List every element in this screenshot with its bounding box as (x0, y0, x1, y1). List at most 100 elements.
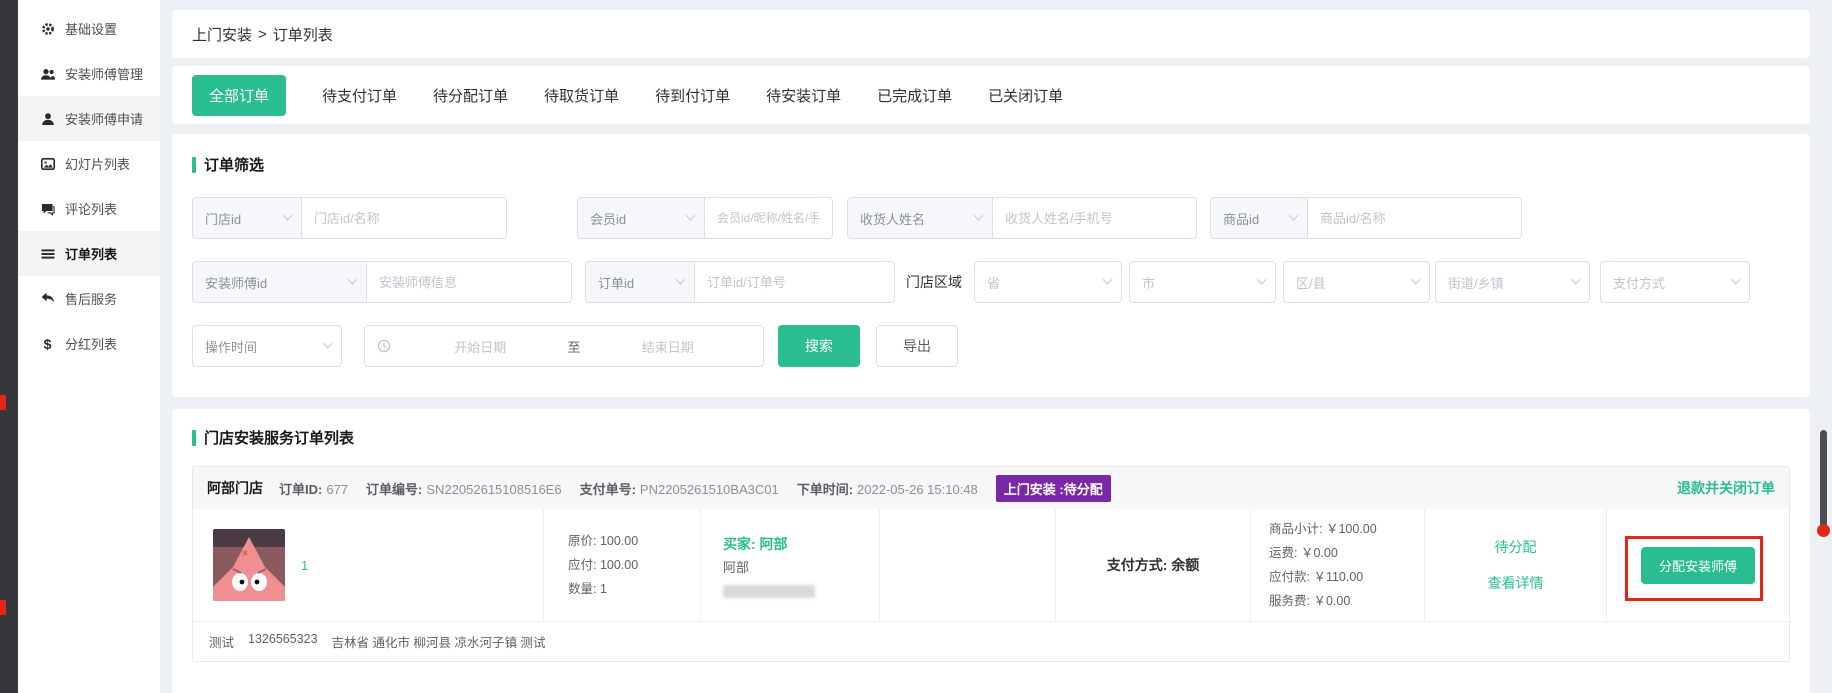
member-keyword-input[interactable] (705, 197, 833, 239)
view-detail-link[interactable]: 查看详情 (1488, 573, 1544, 593)
goods-id-select[interactable]: 商品id (1210, 197, 1308, 239)
order-body-row: 1 原价: 100.00 应付: 100.00 数量: 1 买家: 阿部 阿部 … (193, 509, 1789, 621)
sidebar-item-label: 安装师傅管理 (65, 64, 143, 83)
member-id-select[interactable]: 会员id (577, 197, 705, 239)
chevron-down-icon (974, 210, 984, 220)
users-icon (40, 66, 55, 81)
start-date-placeholder[interactable]: 开始日期 (397, 337, 564, 356)
sidebar-item-installer-apply[interactable]: 安装师傅申请 (18, 96, 160, 141)
scrollbar-thumb[interactable] (1820, 430, 1827, 528)
sidebar-item-installer-management[interactable]: 安装师傅管理 (18, 51, 160, 96)
sidebar-item-dividend-list[interactable]: $ 分红列表 (18, 321, 160, 366)
select-placeholder: 支付方式 (1613, 273, 1665, 292)
order-filter-panel: 订单筛选 门店id 会员id 收货人姓名 (172, 134, 1810, 397)
sidebar-item-slides[interactable]: 幻灯片列表 (18, 141, 160, 186)
store-region-label: 门店区域 (906, 272, 962, 292)
installer-filter-combo: 安装师傅id (192, 261, 572, 303)
goods-keyword-input[interactable] (1308, 197, 1522, 239)
refund-close-link[interactable]: 退款并关闭订单 (1677, 478, 1775, 498)
order-tabs: 全部订单 待支付订单 待分配订单 待取货订单 待到付订单 待安装订单 已完成订单… (172, 66, 1810, 124)
assign-installer-button[interactable]: 分配安装师傅 (1641, 547, 1755, 584)
sidebar-item-order-list[interactable]: 订单列表 (18, 231, 160, 276)
select-value: 安装师傅id (205, 273, 267, 292)
payable-price: 应付: 100.00 (568, 553, 700, 577)
breadcrumb-parent[interactable]: 上门安装 (192, 24, 252, 45)
city-select[interactable]: 市 (1129, 261, 1276, 303)
gear-icon (40, 21, 55, 36)
tab-pending-pickup[interactable]: 待取货订单 (544, 85, 619, 106)
list-section-title: 门店安装服务订单列表 (192, 427, 1790, 448)
buyer-contact-redacted (723, 585, 815, 598)
image-icon (40, 156, 55, 171)
street-select[interactable]: 街道/乡镇 (1435, 261, 1590, 303)
order-id-label: 订单ID: (279, 482, 322, 497)
chevron-down-icon (1257, 274, 1267, 284)
sidebar-item-label: 基础设置 (65, 19, 117, 38)
select-value: 收货人姓名 (860, 209, 925, 228)
list-icon (40, 246, 55, 261)
sidebar-item-comments[interactable]: 评论列表 (18, 186, 160, 231)
store-keyword-input[interactable] (302, 197, 507, 239)
chevron-down-icon (686, 210, 696, 220)
sidebar-item-basic-settings[interactable]: 基础设置 (18, 6, 160, 51)
receiver-name: 测试 (209, 632, 234, 651)
amount-payable: 应付款: ￥110.00 (1269, 565, 1424, 589)
order-time-value: 2022-05-26 15:10:48 (857, 482, 978, 497)
order-card: 阿部门店 订单ID: 677 订单编号:SN22052615108516E6 支付… (192, 466, 1790, 662)
search-button[interactable]: 搜索 (778, 325, 860, 367)
installer-keyword-input[interactable] (367, 261, 572, 303)
district-select[interactable]: 区/县 (1283, 261, 1430, 303)
order-sn: 订单编号:SN22052615108516E6 (366, 479, 562, 498)
filter-row-2: 安装师傅id 订单id 门店区域 省 市 (192, 261, 1790, 303)
order-id-value: 677 (326, 482, 348, 497)
export-button[interactable]: 导出 (876, 325, 958, 367)
operate-time-select[interactable]: 操作时间 (192, 325, 342, 367)
order-id: 订单ID: 677 (279, 479, 348, 498)
service-fee: 服务费: ￥0.00 (1269, 589, 1424, 613)
province-select[interactable]: 省 (974, 261, 1122, 303)
receiver-keyword-input[interactable] (993, 197, 1197, 239)
chevron-down-icon (1289, 210, 1299, 220)
amounts-cell: 商品小计: ￥100.00 运费: ￥0.00 应付款: ￥110.00 服务费… (1250, 509, 1424, 621)
goods-subtotal: 商品小计: ￥100.00 (1269, 517, 1424, 541)
receiver-name-select[interactable]: 收货人姓名 (847, 197, 993, 239)
order-keyword-input[interactable] (695, 261, 895, 303)
comment-icon (40, 201, 55, 216)
select-placeholder: 市 (1142, 273, 1155, 292)
select-value: 操作时间 (205, 337, 257, 356)
product-image (213, 529, 285, 601)
tab-all-orders[interactable]: 全部订单 (192, 75, 286, 116)
filter-title-text: 订单筛选 (204, 154, 264, 175)
sidebar-item-label: 安装师傅申请 (65, 109, 143, 128)
breadcrumb-separator: > (258, 26, 267, 43)
tab-completed[interactable]: 已完成订单 (877, 85, 952, 106)
pay-sn: 支付单号:PN2205261510BA3C01 (580, 479, 779, 498)
sidebar-item-label: 分红列表 (65, 334, 117, 353)
order-status-text: 待分配 (1495, 537, 1537, 557)
store-id-select[interactable]: 门店id (192, 197, 302, 239)
user-icon (40, 111, 55, 126)
chevron-down-icon (1103, 274, 1113, 284)
tab-pending-cod[interactable]: 待到付订单 (655, 85, 730, 106)
original-price: 原价: 100.00 (568, 529, 700, 553)
pay-method-select[interactable]: 支付方式 (1600, 261, 1750, 303)
order-time-label: 下单时间: (797, 482, 853, 497)
filter-row-1: 门店id 会员id 收货人姓名 (192, 197, 1790, 239)
quantity-line: 数量: 1 (568, 577, 700, 601)
order-id-select[interactable]: 订单id (585, 261, 695, 303)
tab-pending-install[interactable]: 待安装订单 (766, 85, 841, 106)
end-date-placeholder[interactable]: 结束日期 (585, 337, 752, 356)
tab-pending-payment[interactable]: 待支付订单 (322, 85, 397, 106)
chevron-down-icon (1411, 274, 1421, 284)
pay-method-text: 支付方式: 余额 (1107, 555, 1200, 575)
store-name: 阿部门店 (207, 478, 263, 498)
tab-closed[interactable]: 已关闭订单 (988, 85, 1063, 106)
pay-sn-value: PN2205261510BA3C01 (640, 482, 779, 497)
installer-id-select[interactable]: 安装师傅id (192, 261, 367, 303)
sidebar-item-after-sales[interactable]: 售后服务 (18, 276, 160, 321)
status-badge: 上门安装 :待分配 (996, 475, 1111, 502)
member-filter-combo: 会员id (577, 197, 833, 239)
date-range-picker[interactable]: 开始日期 至 结束日期 (364, 325, 764, 367)
tab-pending-assignment[interactable]: 待分配订单 (433, 85, 508, 106)
buyer-line: 买家: 阿部 (723, 533, 879, 556)
